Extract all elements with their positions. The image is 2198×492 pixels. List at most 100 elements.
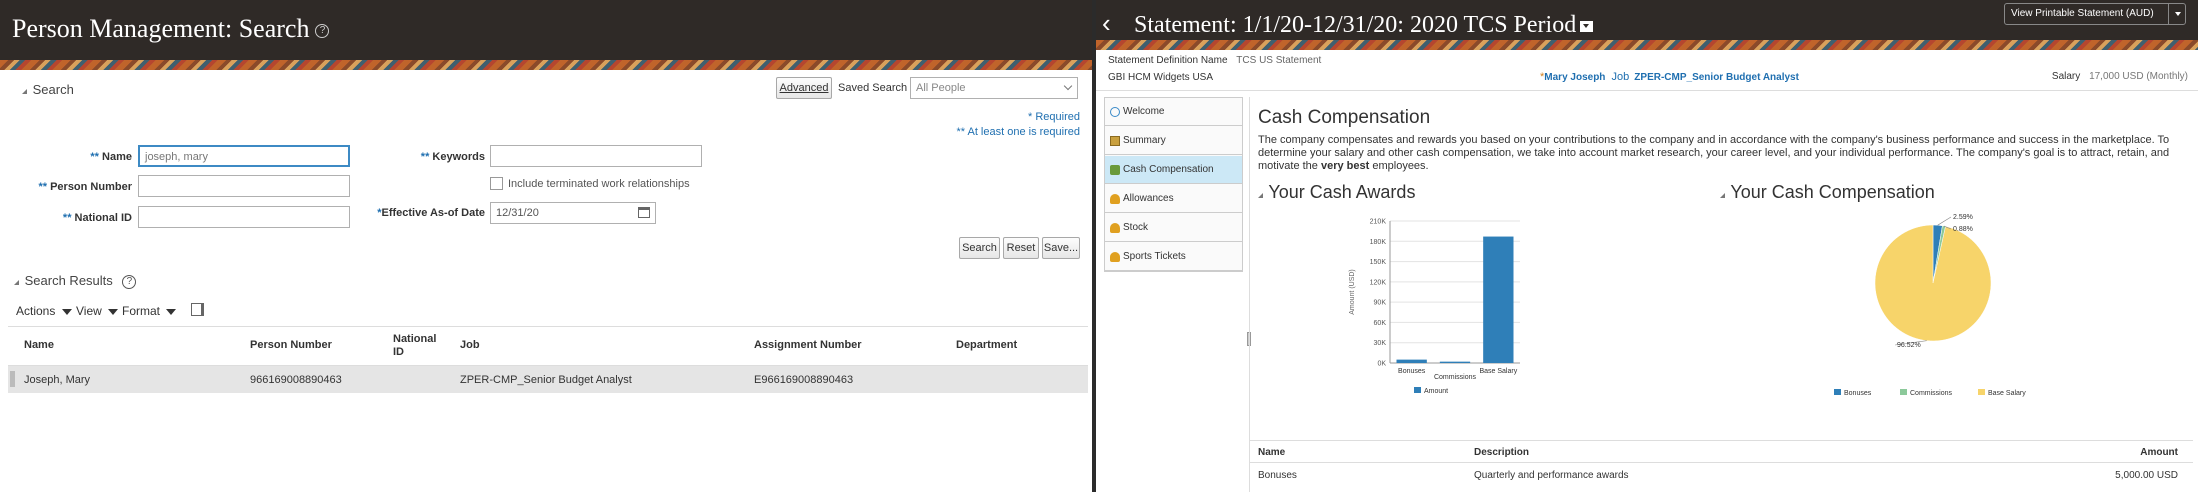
nav-item-allowances[interactable]: Allowances	[1105, 185, 1242, 213]
cash-awards-header[interactable]: Your Cash Awards	[1258, 182, 1415, 203]
nav-item-welcome[interactable]: Welcome	[1105, 98, 1242, 126]
cash-awards-title: Your Cash Awards	[1268, 182, 1416, 202]
page-title-text: Person Management: Search	[12, 14, 310, 43]
person-number-input[interactable]	[138, 175, 350, 197]
row-name-link[interactable]: Bonuses	[1258, 470, 1297, 481]
nav-item-sports-tickets[interactable]: Sports Tickets	[1105, 243, 1242, 271]
view-printable-button[interactable]: View Printable Statement (AUD)	[2004, 3, 2186, 25]
x-tick-label: Bonuses	[1398, 368, 1426, 375]
x-tick-label: Commissions	[1434, 374, 1477, 381]
column-header-assignment-number[interactable]: Assignment Number	[754, 339, 862, 351]
chevron-down-icon	[108, 309, 119, 315]
intro-end-text: employees.	[1372, 160, 1429, 172]
person-name-link[interactable]: Mary Joseph	[1544, 72, 1605, 83]
statement-panel: ‹ Statement: 1/1/20-12/31/20: 2020 TCS P…	[1096, 0, 2198, 492]
advanced-button[interactable]: Advanced	[776, 77, 832, 99]
column-header-person-number[interactable]: Person Number	[250, 339, 332, 351]
y-tick-label: 120K	[1370, 279, 1387, 286]
keywords-label-text: Keywords	[432, 151, 485, 163]
effective-date-value: 12/31/20	[496, 207, 539, 219]
legend-swatch	[1414, 387, 1421, 393]
row-amount: 5,000.00 USD	[2115, 470, 2178, 481]
nav-item-label: Summary	[1123, 135, 1166, 146]
nav-item-label: Sports Tickets	[1123, 251, 1186, 262]
row-selector[interactable]	[10, 371, 15, 387]
y-tick-label: 60K	[1374, 320, 1387, 327]
national-id-label: ** National ID	[20, 212, 132, 224]
legend-label: Base Salary	[1988, 390, 2026, 397]
actions-menu[interactable]: Actions	[16, 304, 72, 318]
view-menu[interactable]: View	[76, 304, 119, 318]
person-job-info: *Mary Joseph Job ZPER-CMP_Senior Budget …	[1540, 71, 1799, 83]
column-header-department[interactable]: Department	[956, 339, 1017, 351]
chevron-down-icon[interactable]	[2175, 12, 2181, 16]
statement-nav: Welcome Summary Cash Compensation Allowa…	[1104, 97, 1243, 272]
column-header-national-id[interactable]: National ID	[393, 333, 443, 359]
help-icon[interactable]: ?	[315, 24, 330, 39]
save-button[interactable]: Save...	[1042, 237, 1080, 259]
intro-bold-text: very best	[1320, 160, 1370, 172]
saved-search-label: Saved Search	[838, 82, 908, 94]
effective-date-label: *Effective As-of Date	[370, 207, 485, 219]
decorative-banner	[1096, 40, 2198, 50]
trophy-icon	[1110, 194, 1120, 204]
column-header-description[interactable]: Description	[1474, 447, 1529, 458]
trophy-icon	[1110, 252, 1120, 262]
nav-item-label: Cash Compensation	[1123, 164, 1214, 175]
legend-swatch	[1834, 389, 1841, 395]
column-header-name[interactable]: Name	[24, 339, 54, 351]
calendar-icon[interactable]	[638, 207, 650, 218]
saved-search-select[interactable]: All People	[910, 77, 1078, 99]
search-section-header[interactable]: Search	[22, 82, 74, 97]
legend-label: Bonuses	[1844, 390, 1872, 397]
button-separator	[2168, 4, 2169, 24]
keywords-input[interactable]	[490, 145, 702, 167]
actions-menu-label: Actions	[16, 304, 56, 318]
required-marker: **	[420, 151, 430, 163]
statement-title-text: Statement: 1/1/20-12/31/20: 2020 TCS Per…	[1134, 12, 1577, 38]
pie-leader-line	[1937, 216, 1952, 226]
cash-comp-header[interactable]: Your Cash Compensation	[1720, 182, 1935, 203]
pie-data-label: 0.88%	[1953, 226, 1973, 233]
column-header-job[interactable]: Job	[460, 339, 480, 351]
bar	[1483, 236, 1514, 363]
reset-button[interactable]: Reset	[1003, 237, 1039, 259]
salary-label: Salary	[2051, 71, 2081, 82]
effective-date-label-text: Effective As-of Date	[381, 207, 485, 219]
bar	[1439, 361, 1471, 363]
column-header-amount[interactable]: Amount	[2140, 447, 2178, 458]
cash-compensation-content: Cash Compensation The company compensate…	[1249, 97, 2193, 492]
nav-item-stock[interactable]: Stock	[1105, 214, 1242, 242]
y-axis-label: Amount (USD)	[1349, 269, 1356, 315]
column-header-name[interactable]: Name	[1258, 447, 1285, 458]
back-icon[interactable]: ‹	[1102, 8, 1111, 39]
include-terminated-checkbox[interactable]	[490, 177, 503, 190]
cash-awards-bar-chart: 0K 30K 60K 90K 120K 150K 180K 210K Amount (USD) B…	[1349, 219, 1520, 395]
table-top-border	[1250, 440, 2193, 441]
collapse-icon	[1720, 188, 1725, 198]
search-button[interactable]: Search	[959, 237, 1000, 259]
freeze-columns-icon[interactable]	[191, 303, 204, 316]
chevron-down-icon	[166, 309, 177, 315]
y-tick-label: 180K	[1370, 239, 1387, 246]
pie-data-label: 96.52%	[1897, 342, 1921, 349]
format-menu[interactable]: Format	[122, 304, 177, 318]
nav-item-summary[interactable]: Summary	[1105, 127, 1242, 155]
section-title: Cash Compensation	[1258, 107, 1431, 128]
dropdown-icon[interactable]	[1580, 20, 1594, 32]
help-icon[interactable]: ?	[122, 274, 137, 289]
info-divider	[1096, 90, 2198, 91]
salary-info: Salary 17,000 USD (Monthly)	[2052, 71, 2188, 82]
nav-item-cash-compensation[interactable]: Cash Compensation	[1105, 156, 1242, 184]
chevron-down-icon	[61, 309, 72, 315]
include-terminated-label: Include terminated work relationships	[508, 178, 690, 190]
search-results-header[interactable]: Search Results ?	[14, 273, 137, 289]
statement-definition-label: Statement Definition Name	[1108, 55, 1228, 66]
nav-item-label: Welcome	[1123, 106, 1165, 117]
name-input[interactable]: joseph, mary	[138, 145, 350, 167]
national-id-input[interactable]	[138, 206, 350, 228]
statement-header: ‹ Statement: 1/1/20-12/31/20: 2020 TCS P…	[1096, 0, 2198, 40]
at-least-one-note: ** At least one is required	[956, 126, 1080, 138]
row-name-link[interactable]: Joseph, Mary	[24, 374, 90, 386]
effective-date-input[interactable]: 12/31/20	[490, 202, 656, 224]
